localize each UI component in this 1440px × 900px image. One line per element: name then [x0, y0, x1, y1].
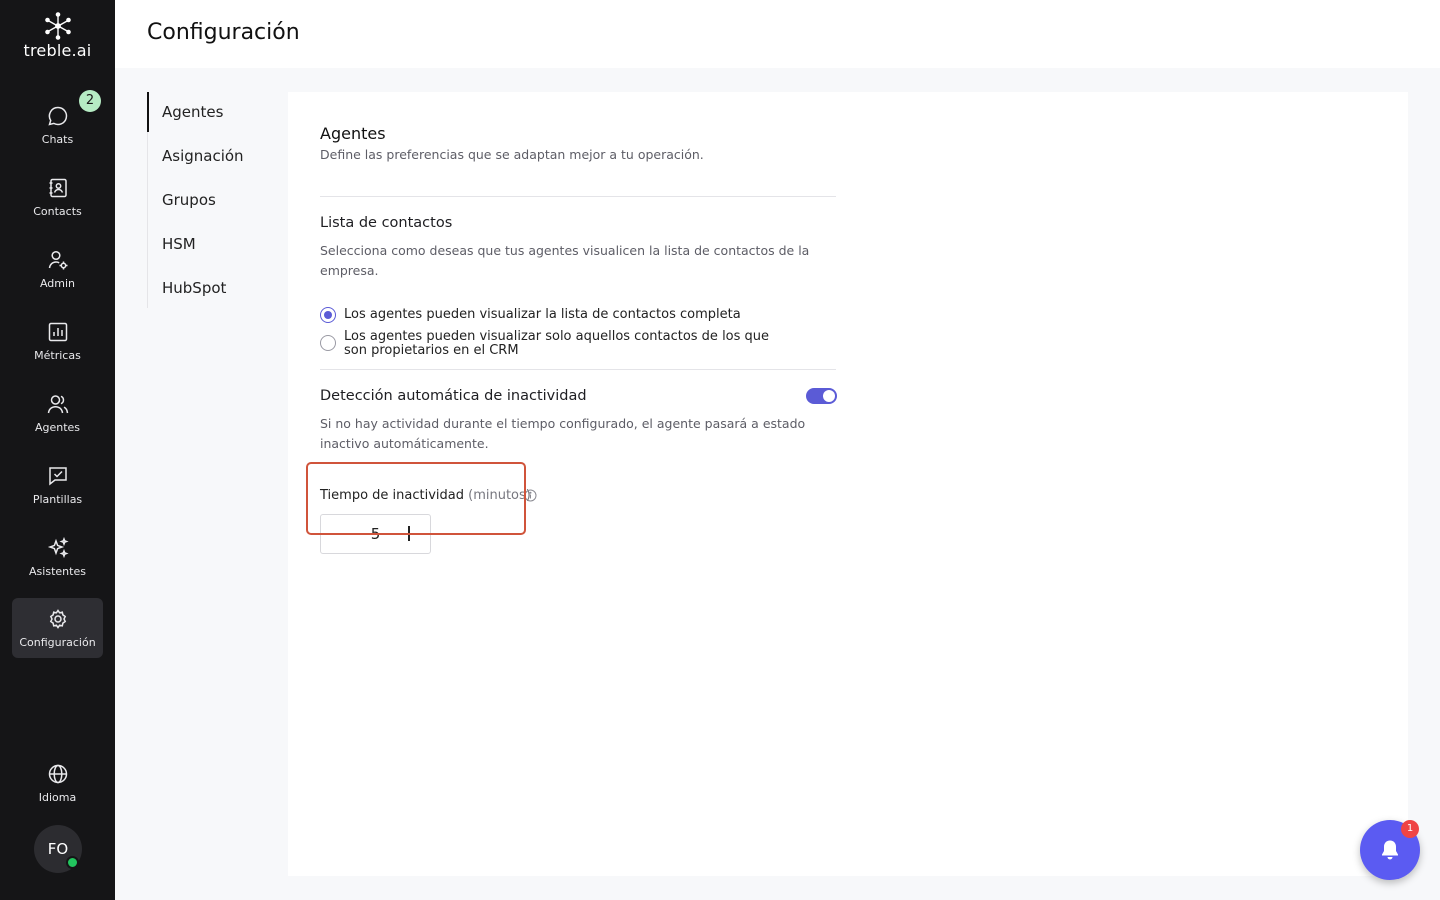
- section-title: Agentes: [320, 124, 386, 143]
- bar-chart-icon: [48, 322, 67, 342]
- sidebar-item-label: Idioma: [38, 791, 77, 804]
- notification-count-badge: 1: [1401, 820, 1419, 838]
- sparkles-icon: [47, 537, 69, 559]
- inactivity-time-label: Tiempo de inactividad (minutos): [320, 488, 531, 503]
- section-divider: [320, 196, 836, 197]
- settings-panel: Agentes Define las preferencias que se a…: [288, 92, 1408, 876]
- radio-button[interactable]: [320, 335, 336, 351]
- users-icon: [47, 395, 68, 414]
- sidebar-item-plantillas[interactable]: Plantillas: [12, 452, 103, 512]
- bell-icon: [1382, 840, 1398, 860]
- section-description: Define las preferencias que se adaptan m…: [320, 147, 704, 162]
- subnav-item-hubspot[interactable]: HubSpot: [162, 279, 226, 297]
- online-status-indicator: [66, 856, 79, 869]
- contacts-list-description: Selecciona como deseas que tus agentes v…: [320, 243, 810, 278]
- unread-chats-badge: 2: [79, 90, 101, 112]
- subnav-item-agentes[interactable]: Agentes: [162, 103, 223, 121]
- subnav-item-asignacion[interactable]: Asignación: [162, 147, 244, 165]
- sidebar-item-configuracion[interactable]: Configuración: [12, 598, 103, 658]
- toggle-knob: [823, 390, 835, 402]
- info-icon[interactable]: [524, 489, 537, 502]
- inactivity-detection-title: Detección automática de inactividad: [320, 388, 587, 404]
- subnav-item-hsm[interactable]: HSM: [162, 235, 196, 253]
- sidebar-item-label: Contacts: [33, 205, 82, 218]
- sidebar-item-metricas[interactable]: Métricas: [12, 308, 103, 368]
- user-gear-icon: [48, 250, 67, 270]
- contacts-book-icon: [49, 178, 67, 198]
- template-check-icon: [48, 467, 67, 486]
- radio-option-owned-contacts[interactable]: Los agentes pueden visualizar solo aquel…: [320, 330, 794, 358]
- sidebar-item-label: Configuración: [19, 636, 96, 649]
- field-label-text: Tiempo de inactividad: [320, 488, 464, 503]
- sidebar-item-asistentes[interactable]: Asistentes: [12, 524, 103, 584]
- radio-option-all-contacts[interactable]: Los agentes pueden visualizar la lista d…: [320, 307, 794, 323]
- field-unit: (minutos): [468, 488, 531, 503]
- radio-label: Los agentes pueden visualizar la lista d…: [344, 307, 741, 322]
- inactivity-detection-toggle[interactable]: [806, 388, 837, 404]
- sidebar: treble.ai Chats 2 Contacts Admin Métrica…: [0, 0, 115, 900]
- sidebar-item-label: Agentes: [34, 421, 81, 434]
- settings-subnav: Agentes Asignación Grupos HSM HubSpot: [147, 92, 277, 308]
- chat-bubble-icon: [47, 106, 67, 126]
- sidebar-item-chats[interactable]: Chats 2: [12, 90, 103, 152]
- brand-name: treble.ai: [23, 41, 92, 60]
- active-tab-indicator: [147, 92, 149, 132]
- radio-label: Los agentes pueden visualizar solo aquel…: [344, 329, 770, 358]
- sidebar-item-label: Admin: [39, 277, 76, 290]
- inactivity-detection-description: Si no hay actividad durante el tiempo co…: [320, 416, 806, 451]
- inactivity-minutes-input[interactable]: [320, 514, 431, 554]
- globe-icon: [48, 764, 67, 784]
- section-divider: [320, 369, 836, 370]
- sidebar-item-label: Plantillas: [32, 493, 83, 506]
- text-cursor: [408, 526, 410, 541]
- sidebar-item-label: Métricas: [34, 349, 81, 362]
- network-logo-icon: [44, 12, 71, 40]
- sidebar-item-agentes[interactable]: Agentes: [12, 380, 103, 440]
- radio-button-checked[interactable]: [320, 307, 336, 323]
- contacts-list-title: Lista de contactos: [320, 215, 453, 231]
- page-header: Configuración: [115, 0, 1440, 68]
- gear-icon: [49, 609, 66, 629]
- sidebar-item-admin[interactable]: Admin: [12, 236, 103, 296]
- brand-logo[interactable]: treble.ai: [0, 12, 115, 60]
- sidebar-item-idioma[interactable]: Idioma: [12, 752, 103, 812]
- sidebar-item-label: Asistentes: [29, 565, 86, 578]
- sidebar-item-label: Chats: [41, 133, 74, 146]
- sidebar-item-contacts[interactable]: Contacts: [12, 164, 103, 224]
- subnav-item-grupos[interactable]: Grupos: [162, 191, 216, 209]
- page-title: Configuración: [147, 20, 300, 45]
